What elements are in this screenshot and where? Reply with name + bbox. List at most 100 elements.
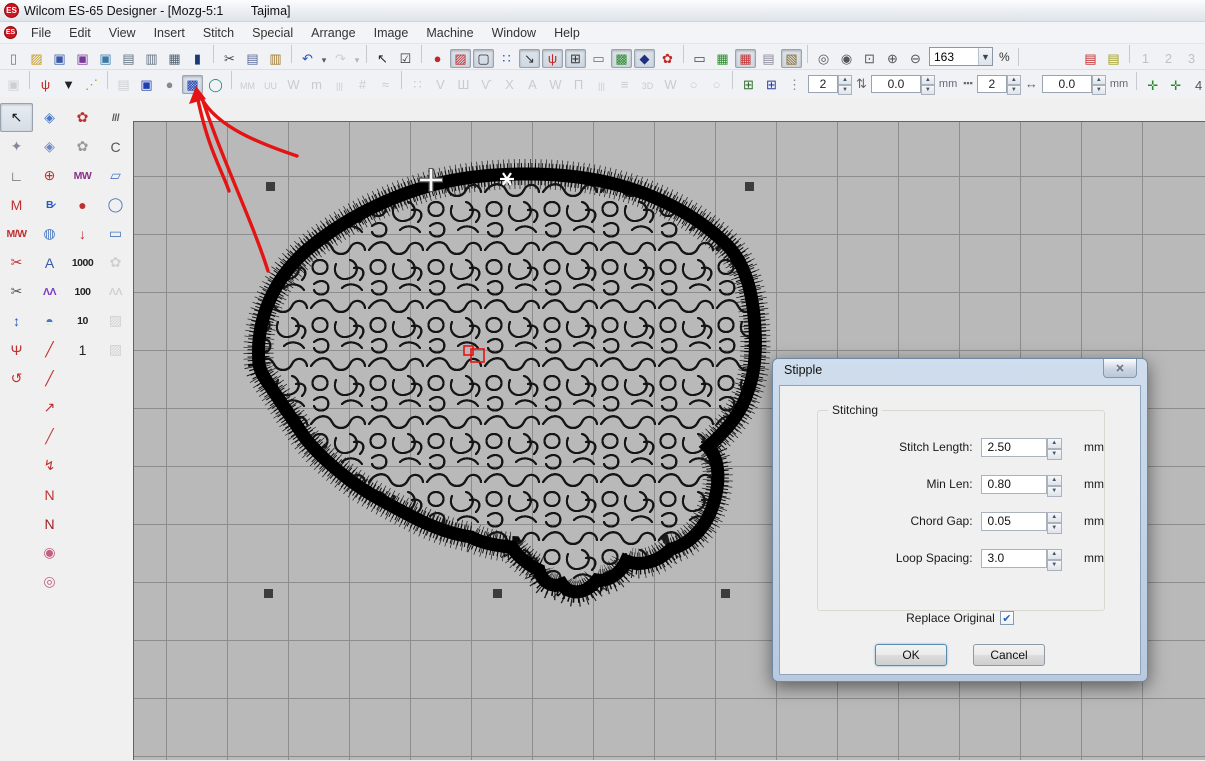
- menu-stitch[interactable]: Stitch: [194, 24, 243, 42]
- selection-handle[interactable]: [721, 589, 730, 598]
- copy-button[interactable]: ▤: [242, 49, 263, 68]
- run-line-tool[interactable]: ╱: [33, 364, 66, 393]
- show-penetrations-toggle[interactable]: ψ: [542, 49, 563, 68]
- machine-connect-button[interactable]: ▮: [187, 49, 208, 68]
- needle-black-button[interactable]: ▼: [58, 75, 79, 94]
- travel-1000-tool[interactable]: 1000: [66, 248, 99, 277]
- stitch-machine-button[interactable]: ▦: [164, 49, 185, 68]
- needle-circle-tool[interactable]: ⊕: [33, 161, 66, 190]
- menu-machine[interactable]: Machine: [417, 24, 482, 42]
- zoom-dropdown-icon[interactable]: ▼: [978, 48, 992, 65]
- zoom-combo[interactable]: ▼: [929, 47, 993, 66]
- scissors-needle-tool[interactable]: ✂: [0, 277, 33, 306]
- spinner-arrows-icon[interactable]: ▲▼: [1092, 75, 1106, 93]
- show-image-toggle[interactable]: ▩: [611, 49, 632, 68]
- arrow-run-tool[interactable]: ↗: [33, 393, 66, 422]
- stitch-patch-button[interactable]: ●: [427, 49, 448, 68]
- needle-down-tool[interactable]: ↓: [66, 219, 99, 248]
- digitize-points-button[interactable]: ⋰: [81, 75, 102, 94]
- menu-image[interactable]: Image: [365, 24, 418, 42]
- spinner-arrows-icon[interactable]: ▲▼: [1047, 549, 1062, 568]
- curve-tool[interactable]: C: [99, 132, 132, 161]
- selection-handle[interactable]: [493, 589, 502, 598]
- save-design-button[interactable]: ▣: [95, 49, 116, 68]
- zoom-input[interactable]: [930, 50, 978, 64]
- fill-shape-tool[interactable]: ▱: [99, 161, 132, 190]
- background-art-button[interactable]: ✿: [657, 49, 678, 68]
- spinner-arrows-icon[interactable]: ▲▼: [1047, 512, 1062, 531]
- cap-shape-tool[interactable]: ◓: [33, 306, 66, 335]
- n-polyline-tool[interactable]: N: [33, 480, 66, 509]
- applique-tool[interactable]: ◍: [33, 219, 66, 248]
- brain-outline[interactable]: [258, 174, 755, 592]
- auto-select-button[interactable]: ↖: [372, 49, 393, 68]
- undo-button[interactable]: ↶: [297, 49, 318, 68]
- new-button[interactable]: ▯: [3, 49, 24, 68]
- repeat-count-spinner[interactable]: 2 ▲▼: [977, 75, 1021, 93]
- open-button[interactable]: ▨: [26, 49, 47, 68]
- spinner-arrows-icon[interactable]: ▲▼: [1047, 438, 1062, 457]
- zoom-in-button[interactable]: ⊕: [882, 49, 903, 68]
- close-button[interactable]: ✕: [1103, 359, 1137, 378]
- menu-help[interactable]: Help: [545, 24, 589, 42]
- color-film-button[interactable]: ▦: [735, 49, 756, 68]
- spinner-arrows-icon[interactable]: ▲▼: [921, 75, 935, 93]
- mw-slash-tool[interactable]: M/W: [0, 219, 33, 248]
- closed-shape-button[interactable]: ◯: [205, 75, 226, 94]
- align-centers-a-button[interactable]: ✛: [1142, 76, 1163, 95]
- undo-dropdown[interactable]: ▾: [319, 55, 329, 66]
- quadrant-view-a-button[interactable]: ⊞: [738, 75, 759, 94]
- rectangle-tool[interactable]: ▭: [99, 219, 132, 248]
- measure-tool-button[interactable]: ↘: [519, 49, 540, 68]
- print-preview-button[interactable]: ▥: [141, 49, 162, 68]
- flower-gray-tool[interactable]: ✿: [66, 132, 99, 161]
- field-input[interactable]: [981, 512, 1047, 531]
- line-nodes-tool[interactable]: ╱: [33, 335, 66, 364]
- menu-insert[interactable]: Insert: [145, 24, 194, 42]
- oval-rotate-tool[interactable]: ↺: [0, 364, 33, 393]
- read-from-machine-button[interactable]: ▤: [1103, 49, 1124, 68]
- cut-button[interactable]: ✂: [219, 49, 240, 68]
- show-stitches-toggle[interactable]: ▨: [450, 49, 471, 68]
- send-to-machine-button[interactable]: ▤: [1080, 49, 1101, 68]
- field-input[interactable]: [981, 475, 1047, 494]
- design-properties-button[interactable]: ▭: [689, 49, 710, 68]
- menu-file[interactable]: File: [22, 24, 60, 42]
- node-edit-tool[interactable]: ∟: [0, 161, 33, 190]
- zoom-out-button[interactable]: ⊖: [905, 49, 926, 68]
- dots-menu-button[interactable]: ⋮: [784, 75, 805, 94]
- field-input[interactable]: [981, 549, 1047, 568]
- travel-100-tool[interactable]: 100: [66, 277, 99, 306]
- menu-edit[interactable]: Edit: [60, 24, 100, 42]
- spinner-arrows-icon[interactable]: ▲▼: [1047, 475, 1062, 494]
- spinner-arrows-icon[interactable]: ▲▼: [1007, 75, 1021, 93]
- export-options-button[interactable]: ▧: [781, 49, 802, 68]
- save-to-machine-button[interactable]: ▣: [72, 49, 93, 68]
- red-oval-tool[interactable]: ●: [66, 190, 99, 219]
- ok-button[interactable]: OK: [875, 644, 947, 666]
- zigzag-run-tool[interactable]: ↯: [33, 451, 66, 480]
- polygon-select-tool[interactable]: ✦: [0, 132, 33, 161]
- menu-special[interactable]: Special: [243, 24, 302, 42]
- stitch-list-button[interactable]: ▤: [758, 49, 779, 68]
- zoom-fit-button[interactable]: ◎: [813, 49, 834, 68]
- zigzag-mw-tool[interactable]: MW: [66, 161, 99, 190]
- stipple-button[interactable]: ▩: [182, 75, 203, 94]
- reshape-object-tool[interactable]: ◈: [33, 132, 66, 161]
- cut-stitch-tool[interactable]: ✂: [0, 248, 33, 277]
- figures-tool[interactable]: ΛΛ: [33, 277, 66, 306]
- show-vectors-toggle[interactable]: ◆: [634, 49, 655, 68]
- menu-arrange[interactable]: Arrange: [302, 24, 364, 42]
- dot-fill-button[interactable]: ●: [159, 75, 180, 94]
- ellipse-tool[interactable]: ◯: [99, 190, 132, 219]
- letter-b-crossed-tool[interactable]: B̷: [33, 190, 66, 219]
- save-button[interactable]: ▣: [49, 49, 70, 68]
- paste-button[interactable]: ▥: [265, 49, 286, 68]
- lettering-tool[interactable]: A: [33, 248, 66, 277]
- offset-length-spinner[interactable]: 0.0 ▲▼: [871, 75, 935, 93]
- parallel-lines-tool[interactable]: ///: [99, 103, 132, 132]
- travel-1-tool[interactable]: 1: [66, 335, 99, 364]
- quadrant-view-b-button[interactable]: ⊞: [761, 75, 782, 94]
- fan-tool[interactable]: Ψ: [0, 335, 33, 364]
- options-check-button[interactable]: ☑: [395, 49, 416, 68]
